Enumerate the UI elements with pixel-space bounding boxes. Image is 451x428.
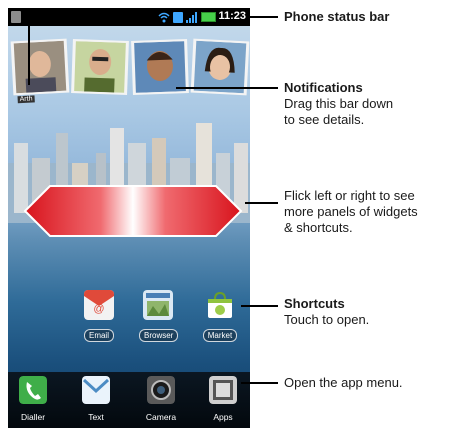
callout-desc: Open the app menu. [284,375,403,390]
contact-photo[interactable] [71,39,129,95]
callout-desc: Touch to open. [284,312,370,327]
notifications-callout: Notifications Drag this bar down to see … [284,80,393,128]
dock-label: Text [88,412,104,422]
phone-screen: 11:23 Arth @ Email Browser Market Dialle… [8,8,250,428]
contact-face-icon [74,41,126,93]
dock-text[interactable]: Text [73,376,119,422]
contact-face-icon [193,40,247,94]
app-menu-callout: Open the app menu. [284,375,403,391]
shortcut-label: Email [83,329,114,342]
notification-icon [11,11,21,23]
signal-icon [186,11,197,23]
status-time: 11:23 [218,10,246,22]
dock-label: Camera [145,412,177,422]
status-bar-callout-line [250,16,278,18]
email-icon: @ [84,290,114,320]
callout-desc: & shortcuts. [284,220,353,235]
shortcuts-callout-line [241,305,278,307]
callout-desc: more panels of widgets [284,204,418,219]
camera-icon [147,376,175,404]
wifi-icon [158,12,170,22]
shortcut-label: Market [202,329,238,342]
notifications-callout-line [176,87,278,89]
apps-grid-icon [209,376,237,404]
message-icon [82,376,110,404]
status-bar[interactable]: 11:23 [8,8,250,26]
callout-title: Shortcuts [284,296,345,311]
swipe-arrow-icon [23,185,243,237]
shortcut-label: Browser [139,329,179,342]
dock-camera[interactable]: Camera [138,376,184,422]
shortcuts-callout: Shortcuts Touch to open. [284,296,369,328]
callout-desc: to see details. [284,112,365,127]
contact-name: Arth [17,95,35,104]
dock-label: Dialler [20,412,46,422]
contact-photo[interactable]: Arth [10,38,70,104]
app-dock: Dialler Text Camera Apps [8,372,250,428]
flick-callout-line [245,202,278,204]
svg-text:@: @ [93,303,104,315]
contact-face-icon [134,41,186,93]
callout-title: Notifications [284,80,363,95]
dock-apps[interactable]: Apps [200,376,246,422]
dock-dialler[interactable]: Dialler [10,376,56,422]
callout-desc: Flick left or right to see [284,188,415,203]
shortcut-market[interactable]: Market [201,290,239,343]
app-menu-callout-line [241,382,278,384]
browser-icon [143,290,173,320]
dock-label: Apps [213,412,233,422]
flick-callout: Flick left or right to see more panels o… [284,188,418,236]
contact-face-icon [13,40,67,94]
shortcut-email[interactable]: @ Email [80,290,118,343]
callout-desc: Drag this bar down [284,96,394,111]
battery-icon [201,12,216,22]
notifications-callout-line [28,20,30,85]
status-icons [158,11,216,23]
shortcut-browser[interactable]: Browser [139,290,179,343]
status-bar-callout: Phone status bar [284,9,389,25]
phone-icon [19,376,47,404]
callout-title: Phone status bar [284,9,390,24]
market-icon [208,291,232,318]
sync-icon [173,11,183,23]
